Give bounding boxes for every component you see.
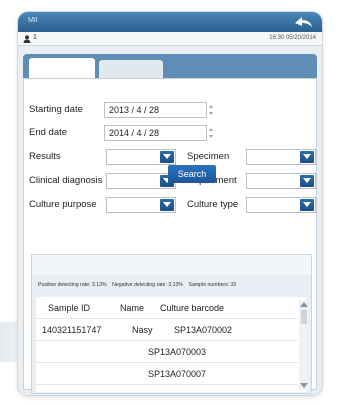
chevron-down-icon — [300, 199, 314, 211]
row-divider — [36, 318, 298, 319]
chevron-down-icon — [160, 199, 174, 211]
title-bar: MII — [18, 12, 322, 32]
specimen-label: Specimen — [187, 151, 230, 162]
chevron-down-icon — [300, 175, 314, 187]
cell-culture-barcode: SP13A070007 — [148, 369, 207, 379]
results-scrollbar[interactable] — [299, 300, 309, 390]
column-header-culture-barcode: Culture barcode — [160, 303, 225, 313]
end-date-field[interactable]: 2014 / 4 / 28 — [104, 125, 207, 141]
status-bar: 1 16:30 05/20/2014 — [18, 32, 322, 46]
sample-numbers: Sample numbers: 32 — [188, 282, 237, 288]
results-select[interactable] — [106, 149, 176, 165]
culture-purpose-select[interactable] — [106, 197, 176, 213]
culture-purpose-label: Culture purpose — [29, 199, 97, 210]
tab-other[interactable] — [99, 60, 163, 78]
tab-query[interactable] — [29, 58, 95, 78]
culture-type-select[interactable] — [246, 197, 316, 213]
results-table: Sample ID Name Culture barcode 140321151… — [36, 297, 306, 392]
cell-name: Nasy — [132, 325, 153, 335]
cell-culture-barcode: SP13A070002 — [174, 325, 233, 335]
user-icon — [23, 35, 31, 43]
scroll-up-icon[interactable] — [300, 302, 308, 307]
device-screen: MII 1 16:30 05/20/2014 Starting date 201… — [18, 12, 322, 395]
specimen-select[interactable] — [246, 149, 316, 165]
culture-type-label: Culture type — [187, 199, 239, 210]
cell-sample-id: 140321151747 — [42, 325, 102, 335]
end-date-label: End date — [29, 127, 68, 138]
scroll-thumb[interactable] — [301, 310, 307, 324]
positive-rate: Positive detecting rate: 3.13% — [38, 282, 107, 288]
search-button[interactable]: Search — [168, 165, 216, 183]
cell-culture-barcode: SP13A070003 — [148, 347, 207, 357]
app-name: MII — [28, 17, 38, 24]
row-divider — [36, 340, 298, 341]
results-header-strip — [32, 255, 311, 275]
tab-bar — [23, 54, 317, 78]
results-label: Results — [29, 151, 61, 162]
clinical-diagnosis-label: Clinical diagnosis — [29, 175, 103, 186]
department-select[interactable] — [246, 173, 316, 189]
column-header-sample-id: Sample ID — [48, 303, 91, 313]
scroll-down-icon[interactable] — [300, 383, 308, 388]
starting-date-label: Starting date — [29, 104, 83, 115]
row-divider — [36, 384, 298, 385]
statistics-line: Positive detecting rate: 3.13% Negative … — [38, 282, 240, 288]
starting-date-field[interactable]: 2013 / 4 / 28 — [104, 102, 207, 118]
negative-rate: Negative detecting rate: 3.13% — [112, 282, 184, 288]
end-date-spinner[interactable] — [208, 128, 214, 138]
user-number: 1 — [33, 34, 37, 41]
datetime: 16:30 05/20/2014 — [269, 35, 316, 41]
results-panel: Positive detecting rate: 3.13% Negative … — [31, 254, 312, 394]
back-arrow-icon[interactable] — [292, 14, 314, 30]
column-header-name: Name — [120, 303, 145, 313]
chevron-down-icon — [160, 151, 174, 163]
chevron-down-icon — [300, 151, 314, 163]
clinical-diagnosis-select[interactable] — [106, 173, 176, 189]
starting-date-spinner[interactable] — [208, 105, 214, 115]
row-divider — [36, 362, 298, 363]
